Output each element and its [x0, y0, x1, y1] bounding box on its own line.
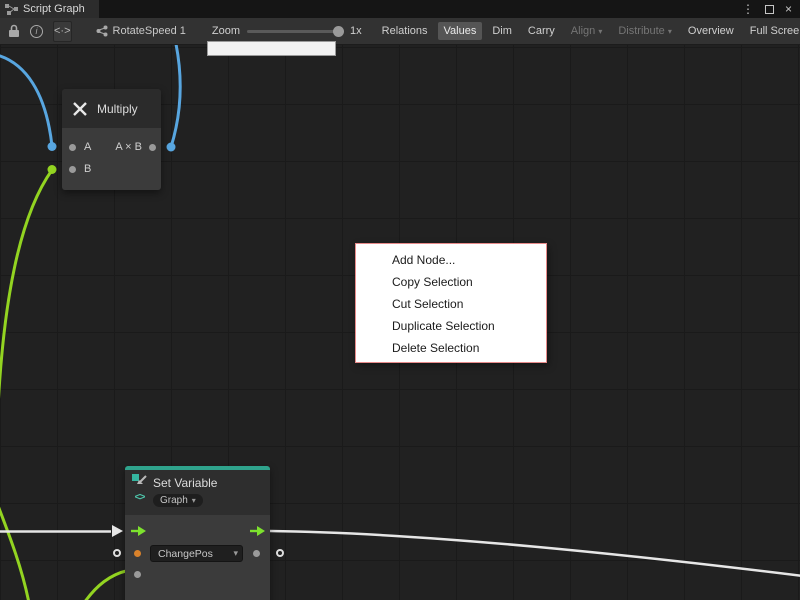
value-input-port[interactable]: [134, 571, 141, 578]
external-flow-arrow[interactable]: [112, 525, 123, 537]
maximize-icon[interactable]: [765, 5, 774, 14]
set-variable-icon-column: <>: [131, 474, 148, 515]
zoom-control: Zoom 1x: [212, 25, 362, 37]
tab-script-graph[interactable]: Script Graph: [0, 0, 99, 18]
flow-output-port[interactable]: [250, 525, 266, 537]
multiply-row-a: A A × B: [62, 136, 161, 158]
port-b-label: B: [84, 163, 91, 175]
zoom-slider-knob[interactable]: [333, 26, 344, 37]
multiply-icon: [72, 101, 88, 117]
close-icon[interactable]: ×: [785, 2, 792, 16]
dim-button[interactable]: Dim: [486, 22, 518, 40]
multiply-body: A A × B B: [62, 128, 161, 190]
variable-name-value: ChangePos: [158, 548, 213, 560]
chevron-down-icon: ▾: [598, 27, 602, 36]
flow-input-port[interactable]: [131, 525, 147, 537]
port-out-label: A × B: [115, 141, 142, 153]
lock-icon[interactable]: [8, 24, 20, 38]
overview-button[interactable]: Overview: [682, 22, 740, 40]
multiply-row-b: B: [62, 158, 161, 180]
script-graph-window: Multiply A A × B B <: [0, 0, 800, 600]
distribute-label: Distribute: [618, 25, 664, 37]
menu-item-delete-selection[interactable]: Delete Selection: [356, 337, 546, 359]
align-label: Align: [571, 25, 595, 37]
zoom-slider-track[interactable]: [247, 30, 343, 33]
chevron-down-icon: ▾: [233, 548, 238, 559]
chevron-down-icon: ▾: [192, 496, 196, 505]
set-variable-header[interactable]: <> Set Variable Graph ▾: [125, 470, 270, 515]
multiply-header[interactable]: Multiply: [62, 89, 161, 128]
zoom-value: 1x: [350, 25, 362, 37]
variable-type-icon: <>: [135, 492, 145, 503]
graph-reference[interactable]: RotateSpeed 1: [96, 25, 186, 37]
node-multiply[interactable]: Multiply A A × B B: [62, 89, 161, 190]
menu-item-add-node[interactable]: Add Node...: [356, 249, 546, 271]
port-b-input[interactable]: [69, 166, 76, 173]
menu-item-copy-selection[interactable]: Copy Selection: [356, 271, 546, 293]
value-output-port[interactable]: [253, 550, 260, 557]
variable-scope-dropdown[interactable]: Graph ▾: [153, 494, 203, 507]
set-variable-body: ChangePos ▾: [125, 515, 270, 600]
set-variable-title: Set Variable: [153, 476, 217, 490]
menu-item-cut-selection[interactable]: Cut Selection: [356, 293, 546, 315]
chevron-down-icon: ▾: [668, 27, 672, 36]
port-a-input[interactable]: [69, 144, 76, 151]
relations-button[interactable]: Relations: [376, 22, 434, 40]
script-graph-icon: [5, 4, 18, 15]
node-set-variable[interactable]: <> Set Variable Graph ▾ ChangePos: [125, 466, 270, 600]
align-button[interactable]: Align ▾: [565, 22, 609, 40]
info-icon[interactable]: i: [30, 25, 43, 38]
set-variable-text-column: Set Variable Graph ▾: [153, 474, 217, 515]
window-controls: ⋮ ×: [742, 2, 800, 16]
values-button[interactable]: Values: [438, 22, 483, 40]
graph-ref-label: RotateSpeed 1: [113, 25, 186, 37]
graph-ref-icon: [96, 25, 108, 37]
tab-label: Script Graph: [23, 3, 85, 15]
distribute-button[interactable]: Distribute ▾: [612, 22, 678, 40]
port-out-output[interactable]: [149, 144, 156, 151]
external-port-ring-left[interactable]: [113, 549, 121, 557]
full-screen-button[interactable]: Full Screen: [744, 22, 800, 40]
blank-popup: [207, 41, 336, 56]
variable-name-port[interactable]: [134, 550, 141, 557]
toolbar-buttons: Relations Values Dim Carry Align ▾ Distr…: [376, 22, 800, 40]
variable-name-dropdown[interactable]: ChangePos ▾: [150, 545, 243, 562]
kebab-menu-icon[interactable]: ⋮: [742, 2, 754, 16]
code-glyph: <·>: [54, 25, 71, 37]
zoom-label: Zoom: [212, 25, 240, 37]
code-path-button[interactable]: <·>: [53, 21, 72, 42]
port-a-label: A: [84, 141, 91, 153]
external-port-ring-right[interactable]: [276, 549, 284, 557]
context-menu: Add Node... Copy Selection Cut Selection…: [355, 243, 547, 363]
menu-item-duplicate-selection[interactable]: Duplicate Selection: [356, 315, 546, 337]
graph-toolbar: i <·> RotateSpeed 1 Zoom 1x Relations Va…: [0, 18, 800, 45]
set-variable-icon: [132, 474, 148, 490]
variable-scope-label: Graph: [160, 495, 188, 506]
multiply-title: Multiply: [97, 102, 138, 116]
carry-button[interactable]: Carry: [522, 22, 561, 40]
title-bar: Script Graph ⋮ ×: [0, 0, 800, 18]
